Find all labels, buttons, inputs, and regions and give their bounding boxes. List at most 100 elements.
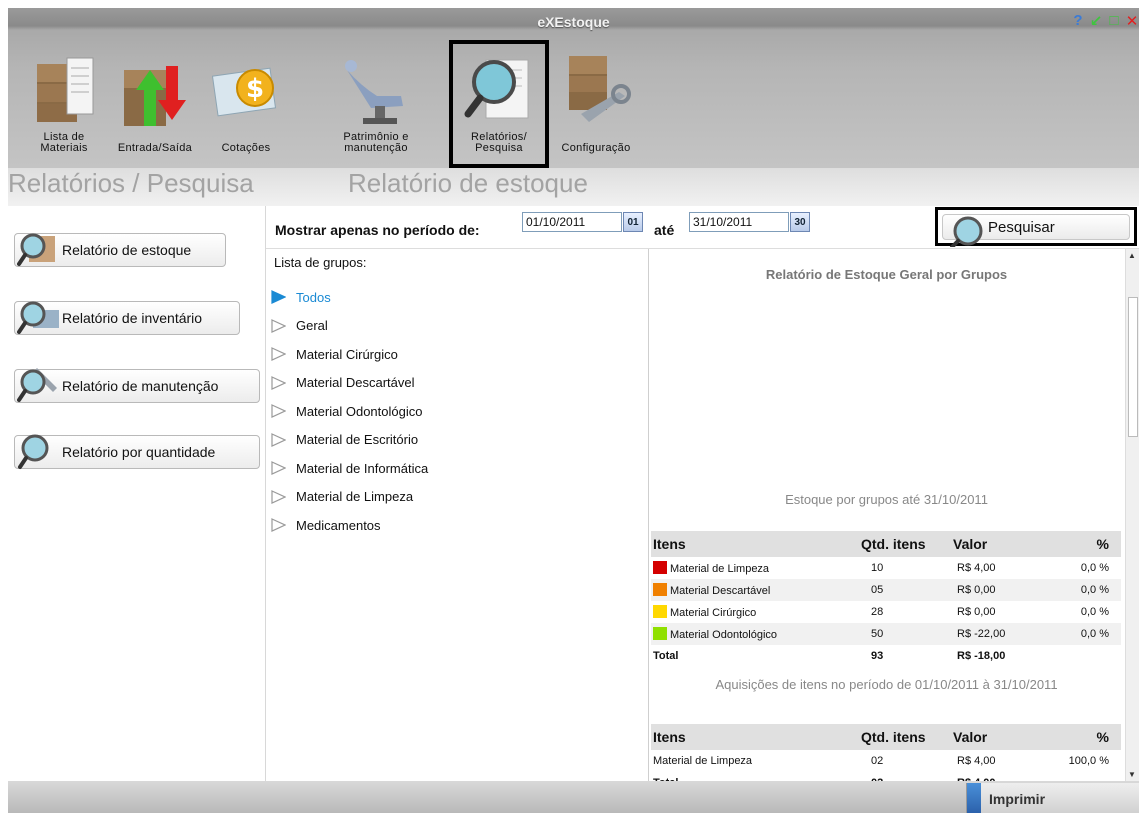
play-arrow-icon xyxy=(271,461,286,475)
col-header-qty: Qtd. itens xyxy=(859,531,951,557)
search-button[interactable]: Pesquisar xyxy=(935,207,1137,247)
print-accent xyxy=(967,783,981,813)
group-item-label: Material Cirúrgico xyxy=(296,346,398,362)
cell-total-qty: 02 xyxy=(859,772,951,781)
toolbar: eXEstoque ? ↙ □ ✕ Lista de Materiais Ent… xyxy=(8,8,1139,168)
help-icon[interactable]: ? xyxy=(1071,12,1085,30)
col-header-pct: % xyxy=(1051,531,1121,557)
page-header: Relatórios / Pesquisa Relatório de estoq… xyxy=(8,168,1139,206)
group-item[interactable]: Material de Informática xyxy=(270,458,428,478)
group-item-label: Material Odontológico xyxy=(296,403,423,419)
cell-item-text: Material Cirúrgico xyxy=(670,607,757,619)
group-item-label: Todos xyxy=(296,289,331,305)
scroll-down-icon[interactable]: ▼ xyxy=(1128,770,1136,779)
group-item[interactable]: Material Cirúrgico xyxy=(270,344,398,364)
print-button[interactable]: Imprimir xyxy=(966,783,1139,813)
play-arrow-icon xyxy=(271,318,286,333)
toolbar-label: Lista de Materiais xyxy=(40,131,88,154)
money-quote-icon: $ xyxy=(211,67,277,117)
groups-title: Lista de grupos: xyxy=(274,255,367,270)
cell-item-text: Material de Limpeza xyxy=(670,563,770,575)
group-item-label: Material de Limpeza xyxy=(296,489,414,504)
cell-item: Material Descartável xyxy=(651,579,859,601)
cell-total-value: R$ -18,00 xyxy=(951,645,1051,667)
group-item[interactable]: Geral xyxy=(270,316,328,336)
group-item[interactable]: Material de Escritório xyxy=(270,430,418,450)
sidebar: Relatório de estoque Relatório de invent… xyxy=(8,206,266,781)
toolbar-item-materials[interactable]: Lista de Materiais xyxy=(24,42,104,160)
toolbar-item-patrimony[interactable]: Patrimônio e manutenção xyxy=(326,42,426,160)
table-row: Material de Limpeza 10 R$ 4,00 0,0 % xyxy=(651,557,1121,579)
group-item[interactable]: Material de Limpeza xyxy=(270,487,413,507)
magnifier-icon xyxy=(17,301,59,334)
materials-cabinet-icon xyxy=(37,57,94,122)
legend-swatch xyxy=(653,583,667,596)
toolbar-item-config[interactable]: Configuração xyxy=(548,42,644,160)
magnifier-icon xyxy=(950,216,983,247)
magnifier-icon xyxy=(17,233,55,266)
scroll-up-icon[interactable]: ▲ xyxy=(1128,251,1136,260)
maximize-icon[interactable]: □ xyxy=(1107,12,1121,30)
sidebar-item-stock-report[interactable]: Relatório de estoque xyxy=(14,233,226,267)
group-item[interactable]: Todos xyxy=(270,287,331,307)
toolbar-item-in-out[interactable]: Entrada/Saída xyxy=(112,42,198,160)
stock-table: Itens Qtd. itens Valor % Material de Lim… xyxy=(651,531,1121,667)
report-scrollbar[interactable]: ▲ ▼ xyxy=(1125,249,1139,781)
group-item-label: Material Descartável xyxy=(296,375,415,390)
cell-item: Material de Limpeza xyxy=(651,750,859,772)
cell-total-label: Total xyxy=(651,772,859,781)
col-header-value: Valor xyxy=(951,531,1051,557)
play-arrow-icon xyxy=(271,290,286,304)
toolbar-item-quotes[interactable]: $ Cotações xyxy=(204,42,288,160)
group-item[interactable]: Material Descartável xyxy=(270,373,415,393)
minimize-icon[interactable]: ↙ xyxy=(1089,12,1103,30)
group-item-label: Geral xyxy=(296,318,328,333)
col-header-pct: % xyxy=(1051,724,1121,750)
cell-qty: 10 xyxy=(859,557,951,579)
sidebar-item-label: Relatório por quantidade xyxy=(62,444,216,460)
col-header-items: Itens xyxy=(651,531,859,557)
play-arrow-icon xyxy=(271,432,286,447)
table-row: Material Odontológico 50 R$ -22,00 0,0 % xyxy=(651,623,1121,645)
print-button-label: Imprimir xyxy=(989,791,1046,807)
scroll-thumb[interactable] xyxy=(1128,297,1138,437)
sidebar-item-label: Relatório de manutenção xyxy=(62,378,219,394)
app-window: eXEstoque ? ↙ □ ✕ Lista de Materiais Ent… xyxy=(8,8,1139,813)
legend-swatch xyxy=(653,561,667,574)
status-bar: Imprimir xyxy=(8,781,1139,813)
section-title: Relatórios / Pesquisa xyxy=(8,168,254,198)
cell-qty: 05 xyxy=(859,579,951,601)
to-date-field[interactable]: 31/10/2011 xyxy=(689,212,789,232)
cell-value: R$ 0,00 xyxy=(951,579,1051,601)
acquisitions-caption: Aquisições de itens no período de 01/10/… xyxy=(715,677,1058,692)
from-date-field[interactable]: 01/10/2011 xyxy=(522,212,622,232)
magnifier-icon xyxy=(17,368,57,402)
svg-text:$: $ xyxy=(246,74,264,104)
cell-pct: 0,0 % xyxy=(1051,623,1121,645)
cell-value: R$ 0,00 xyxy=(951,601,1051,623)
calendar-to-icon[interactable]: 30 xyxy=(790,212,810,232)
table-row: Material Cirúrgico 28 R$ 0,00 0,0 % xyxy=(651,601,1121,623)
cell-qty: 28 xyxy=(859,601,951,623)
table-header-row: Itens Qtd. itens Valor % xyxy=(651,531,1121,557)
acquisitions-table: Itens Qtd. itens Valor % Material de Lim… xyxy=(651,724,1121,781)
group-item[interactable]: Medicamentos xyxy=(270,515,381,535)
sidebar-item-maintenance-report[interactable]: Relatório de manutenção xyxy=(14,368,260,403)
col-header-value: Valor xyxy=(951,724,1051,750)
cell-qty: 02 xyxy=(859,750,951,772)
search-button-label: Pesquisar xyxy=(988,219,1055,236)
cell-item: Material Odontológico xyxy=(651,623,859,645)
sidebar-item-quantity-report[interactable]: Relatório por quantidade xyxy=(14,434,260,469)
sidebar-item-inventory-report[interactable]: Relatório de inventário xyxy=(14,301,240,335)
close-icon[interactable]: ✕ xyxy=(1125,12,1139,30)
calendar-from-icon[interactable]: 01 xyxy=(623,212,643,232)
cell-value: R$ 4,00 xyxy=(951,750,1051,772)
until-label: até xyxy=(654,222,675,238)
group-item[interactable]: Material Odontológico xyxy=(270,401,422,421)
group-item-label: Medicamentos xyxy=(296,517,381,533)
period-label: Mostrar apenas no período de: xyxy=(275,222,480,238)
cell-pct: 0,0 % xyxy=(1051,579,1121,601)
table-total-row: Total02R$ 4,00 xyxy=(651,772,1121,781)
toolbar-selection-highlight xyxy=(449,40,549,168)
legend-swatch xyxy=(653,627,667,640)
